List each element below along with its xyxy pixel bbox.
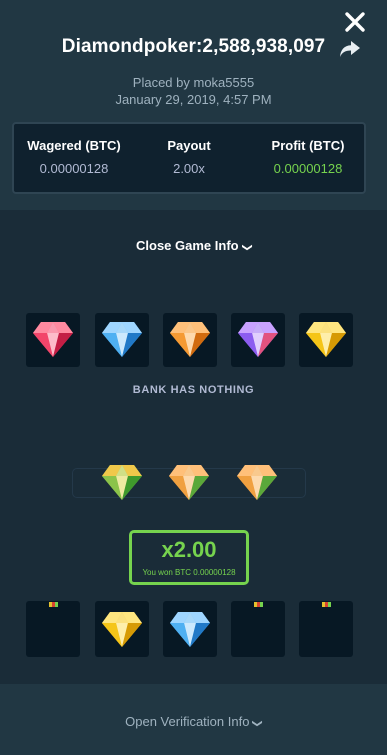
wagered-value: 0.00000128 [39, 161, 109, 176]
header-panel: Diamondpoker:2,588,938,097 Placed by mok… [0, 0, 387, 210]
win-badge: x2.00 You won BTC 0.00000128 [129, 530, 249, 585]
bet-stats-box: Wagered (BTC) 0.00000128 Payout 2.00x Pr… [12, 122, 366, 194]
bank-tile [163, 313, 217, 367]
purple-gem-icon [236, 319, 280, 359]
profit-stat: Profit (BTC) 0.00000128 [256, 138, 360, 176]
bet-title-row: Diamondpoker:2,588,938,097 [0, 36, 387, 58]
game-info-label: Close Game Info [136, 238, 239, 253]
yellow-gem-icon [304, 319, 348, 359]
card-marker [49, 602, 58, 607]
card-tile [95, 601, 149, 657]
card-tile [26, 601, 80, 657]
win-multiplier: x2.00 [161, 537, 217, 562]
card-marker [254, 602, 263, 607]
bet-title: Diamondpoker:2,588,938,097 [61, 36, 326, 57]
profit-value: 0.00000128 [273, 161, 343, 176]
card-marker [322, 602, 331, 607]
wagered-stat: Wagered (BTC) 0.00000128 [22, 138, 126, 176]
card-tile [299, 601, 353, 657]
payout-label: Payout [167, 138, 211, 153]
profit-label: Profit (BTC) [271, 138, 345, 153]
yellow-gem-icon [100, 609, 144, 649]
wagered-label: Wagered (BTC) [27, 138, 121, 153]
bank-status-label: BANK HAS NOTHING [132, 384, 255, 396]
blue-gem-icon [168, 609, 212, 649]
payout-stat: Payout 2.00x [142, 138, 236, 176]
bank-tile [299, 313, 353, 367]
chevron-down-icon: ❯ [241, 243, 253, 252]
placed-by-text: Placed by moka5555 [132, 75, 255, 90]
red-gem-icon [31, 319, 75, 359]
bank-tile [95, 313, 149, 367]
verify-label: Open Verification Info [125, 714, 250, 729]
open-verification-info-toggle[interactable]: Open Verification Info ❯ [0, 714, 387, 729]
card-tile [163, 601, 217, 657]
card-tile [231, 601, 285, 657]
chevron-down-icon: ❯ [252, 719, 264, 728]
green-gem-icon [100, 462, 144, 502]
orange-gem-icon [168, 319, 212, 359]
orange-green-gem-icon [235, 462, 279, 502]
bank-tile [26, 313, 80, 367]
close-game-info-toggle[interactable]: Close Game Info ❯ [0, 238, 387, 253]
share-icon[interactable] [339, 40, 361, 58]
bet-date: January 29, 2019, 4:57 PM [115, 92, 272, 107]
bank-tile [231, 313, 285, 367]
blue-gem-icon [100, 319, 144, 359]
payout-value: 2.00x [173, 161, 205, 176]
orange-green-gem-icon [167, 462, 211, 502]
win-message: You won BTC 0.00000128 [142, 568, 236, 577]
close-icon[interactable] [343, 10, 367, 34]
